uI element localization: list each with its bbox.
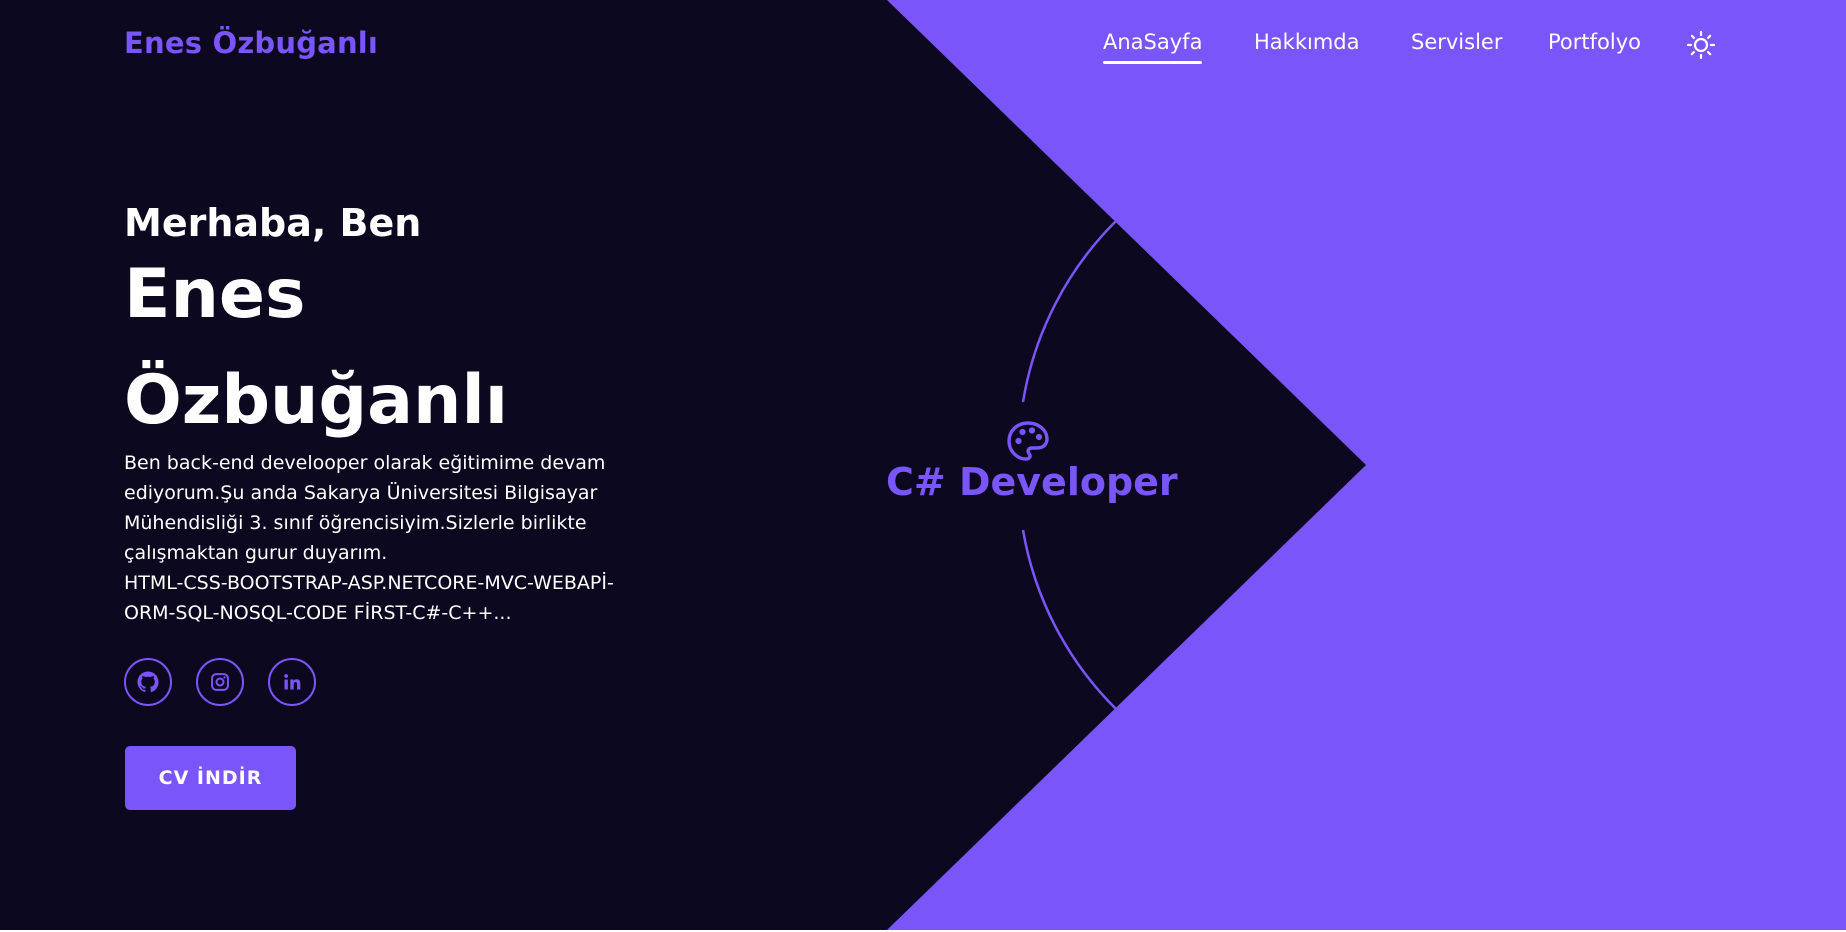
hero-name: Enes Özbuğanlı [124,242,684,454]
github-icon [137,671,159,693]
bio-line: çalışmaktan gurur duyarım. [124,542,388,564]
theme-toggle-button[interactable] [1686,30,1716,60]
palette-icon [1007,421,1049,461]
hero-section: Enes Özbuğanlı AnaSayfa Hakkımda Servisl… [0,0,1846,930]
hero-name-first: Enes [124,255,306,334]
nav-item-hakkimda[interactable]: Hakkımda [1254,30,1359,54]
github-link[interactable] [124,658,172,706]
hero-greeting: Merhaba, Ben [124,201,422,245]
nav-item-portfolyo[interactable]: Portfolyo [1548,30,1641,54]
instagram-icon [211,673,229,691]
nav-item-servisler[interactable]: Servisler [1411,30,1502,54]
bio-line: Ben back-end develooper olarak eğitimime… [124,452,606,474]
linkedin-link[interactable] [268,658,316,706]
sun-icon [1686,30,1716,60]
cv-download-button[interactable]: CV İNDİR [125,746,296,810]
hero-name-last: Özbuğanlı [124,361,509,440]
instagram-link[interactable] [196,658,244,706]
decorative-arc-bottom [1021,529,1117,710]
decorative-arc-top [1021,220,1117,403]
bio-line: ORM-SQL-NOSQL-CODE FİRST-C#-C++... [124,602,512,624]
bio-line: Mühendisliği 3. sınıf öğrencisiyim.Sizle… [124,512,587,534]
site-logo[interactable]: Enes Özbuğanlı [124,26,378,60]
linkedin-icon [284,674,301,690]
nav-item-anasayfa[interactable]: AnaSayfa [1103,30,1203,64]
bio-line: ediyorum.Şu anda Sakarya Üniversitesi Bi… [124,482,598,504]
hero-bio: Ben back-end develooper olarak eğitimime… [124,448,664,628]
role-badge-text: C# Developer [886,460,1178,504]
bio-line: HTML-CSS-BOOTSTRAP-ASP.NETCORE-MVC-WEBAP… [124,572,614,594]
